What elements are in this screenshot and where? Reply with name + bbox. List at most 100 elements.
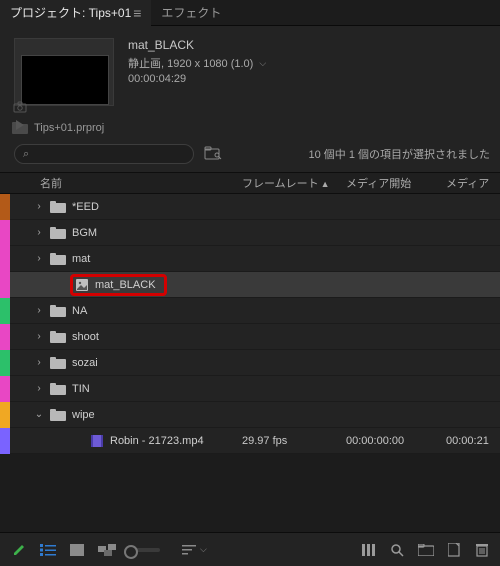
item-name-cell: ⌄ wipe bbox=[10, 409, 236, 421]
label-color-swatch[interactable] bbox=[0, 402, 10, 428]
disclosure-triangle-icon[interactable]: › bbox=[34, 331, 44, 342]
item-name-cell: › NA bbox=[10, 305, 236, 317]
new-bin-from-search-icon[interactable] bbox=[204, 146, 222, 163]
item-label: mat bbox=[72, 253, 90, 265]
search-input[interactable] bbox=[29, 148, 185, 160]
label-color-swatch[interactable] bbox=[0, 194, 10, 220]
preview-thumbnail[interactable] bbox=[14, 38, 114, 106]
item-label: sozai bbox=[72, 357, 98, 369]
chevron-down-icon[interactable]: ⌵ bbox=[259, 58, 266, 69]
bin-row[interactable]: › shoot bbox=[0, 324, 500, 350]
item-label: Robin - 21723.mp4 bbox=[110, 435, 204, 447]
clip-name: mat_BLACK bbox=[128, 38, 490, 52]
project-items-list: › *EED › BGM › mat mat_BLACK › NA › shoot › sozai › TI… bbox=[0, 194, 500, 454]
still-image-icon bbox=[75, 278, 89, 292]
automate-to-sequence-icon[interactable] bbox=[362, 544, 376, 556]
label-color-swatch[interactable] bbox=[0, 376, 10, 402]
search-row: ⌕ 10 個中 1 個の項目が選択されました bbox=[0, 140, 500, 172]
zoom-slider[interactable] bbox=[130, 548, 160, 552]
item-label: mat_BLACK bbox=[95, 279, 156, 291]
tab-project[interactable]: プロジェクト: Tips+01 ≡ bbox=[0, 0, 151, 26]
label-color-swatch[interactable] bbox=[0, 428, 10, 454]
bin-row[interactable]: › sozai bbox=[0, 350, 500, 376]
bin-row[interactable]: › BGM bbox=[0, 220, 500, 246]
disclosure-triangle-icon[interactable]: › bbox=[34, 357, 44, 368]
bin-row[interactable]: › NA bbox=[0, 298, 500, 324]
bin-row[interactable]: › mat bbox=[0, 246, 500, 272]
bin-row[interactable]: ⌄ wipe bbox=[0, 402, 500, 428]
item-name-cell: › *EED bbox=[10, 201, 236, 213]
sort-icon[interactable]: ⌵ bbox=[182, 544, 207, 556]
media-start-cell: 00:00:00:00 bbox=[340, 435, 440, 447]
bin-row[interactable]: › TIN bbox=[0, 376, 500, 402]
highlight-box: mat_BLACK bbox=[70, 274, 167, 296]
project-file-name: Tips+01.prproj bbox=[34, 122, 104, 134]
poster-frame-icon[interactable] bbox=[12, 100, 28, 114]
label-color-swatch[interactable] bbox=[0, 324, 10, 350]
item-label: shoot bbox=[72, 331, 99, 343]
clip-row[interactable]: Robin - 21723.mp429.97 fps00:00:00:0000:… bbox=[0, 428, 500, 454]
play-icon[interactable] bbox=[12, 118, 28, 132]
icon-view-icon[interactable] bbox=[70, 544, 84, 556]
panel-footer: ⌵ bbox=[0, 532, 500, 566]
new-bin-icon[interactable] bbox=[418, 544, 434, 556]
disclosure-triangle-icon[interactable]: › bbox=[34, 305, 44, 316]
folder-icon bbox=[50, 227, 66, 239]
disclosure-triangle-icon[interactable]: ⌄ bbox=[34, 409, 44, 420]
bin-row[interactable]: › *EED bbox=[0, 194, 500, 220]
item-name-cell: › shoot bbox=[10, 331, 236, 343]
clip-preview-area: mat_BLACK 静止画, 1920 x 1080 (1.0) ⌵ 00:00… bbox=[0, 34, 500, 116]
tab-effects[interactable]: エフェクト bbox=[151, 0, 231, 26]
item-name-cell: › sozai bbox=[10, 357, 236, 369]
tab-effects-label: エフェクト bbox=[161, 4, 221, 21]
column-headers: 名前 フレームレート▲ メディア開始 メディア bbox=[0, 172, 500, 194]
disclosure-triangle-icon[interactable]: › bbox=[34, 383, 44, 394]
item-label: *EED bbox=[72, 201, 99, 213]
label-color-swatch[interactable] bbox=[0, 220, 10, 246]
trash-icon[interactable] bbox=[476, 543, 488, 557]
header-framerate[interactable]: フレームレート▲ bbox=[236, 175, 340, 191]
thumbnail-image bbox=[21, 55, 109, 105]
tab-project-label: プロジェクト: Tips+01 bbox=[10, 4, 131, 21]
disclosure-triangle-icon[interactable]: › bbox=[34, 253, 44, 264]
disclosure-triangle-icon[interactable]: › bbox=[34, 227, 44, 238]
label-color-swatch[interactable] bbox=[0, 298, 10, 324]
item-label: NA bbox=[72, 305, 87, 317]
label-color-swatch[interactable] bbox=[0, 350, 10, 376]
search-input-wrap: ⌕ bbox=[14, 144, 194, 164]
list-view-icon[interactable] bbox=[40, 544, 56, 556]
media-end-cell: 00:00:21 bbox=[440, 435, 500, 447]
item-name-cell: Robin - 21723.mp4 bbox=[10, 434, 236, 448]
item-name-cell: › TIN bbox=[10, 383, 236, 395]
clip-type: 静止画, 1920 x 1080 (1.0) bbox=[128, 55, 253, 71]
header-media-end[interactable]: メディア bbox=[440, 175, 500, 191]
folder-icon bbox=[50, 357, 66, 369]
item-label: wipe bbox=[72, 409, 95, 421]
disclosure-triangle-icon[interactable]: › bbox=[34, 201, 44, 212]
label-color-swatch[interactable] bbox=[0, 272, 10, 298]
item-label: BGM bbox=[72, 227, 97, 239]
clip-metadata: mat_BLACK 静止画, 1920 x 1080 (1.0) ⌵ 00:00… bbox=[128, 38, 490, 87]
sort-arrow-icon: ▲ bbox=[321, 179, 330, 189]
new-item-icon[interactable] bbox=[448, 543, 462, 557]
pencil-icon[interactable] bbox=[12, 543, 26, 557]
clip-duration: 00:00:04:29 bbox=[128, 73, 490, 85]
clip-row[interactable]: mat_BLACK bbox=[0, 272, 500, 298]
item-name-cell: › BGM bbox=[10, 227, 236, 239]
folder-icon bbox=[50, 201, 66, 213]
folder-icon bbox=[50, 305, 66, 317]
panel-tabs: プロジェクト: Tips+01 ≡ エフェクト bbox=[0, 0, 500, 26]
header-name[interactable]: 名前 bbox=[18, 175, 236, 191]
header-media-start[interactable]: メディア開始 bbox=[340, 175, 440, 191]
panel-menu-icon[interactable]: ≡ bbox=[133, 6, 141, 20]
find-icon[interactable] bbox=[390, 543, 404, 557]
freeform-view-icon[interactable] bbox=[98, 544, 116, 556]
item-name-cell: › mat bbox=[10, 253, 236, 265]
item-name-cell: mat_BLACK bbox=[10, 274, 236, 296]
folder-icon bbox=[50, 253, 66, 265]
item-label: TIN bbox=[72, 383, 90, 395]
folder-icon bbox=[50, 383, 66, 395]
folder-icon bbox=[50, 331, 66, 343]
selection-status: 10 個中 1 個の項目が選択されました bbox=[308, 146, 490, 162]
label-color-swatch[interactable] bbox=[0, 246, 10, 272]
